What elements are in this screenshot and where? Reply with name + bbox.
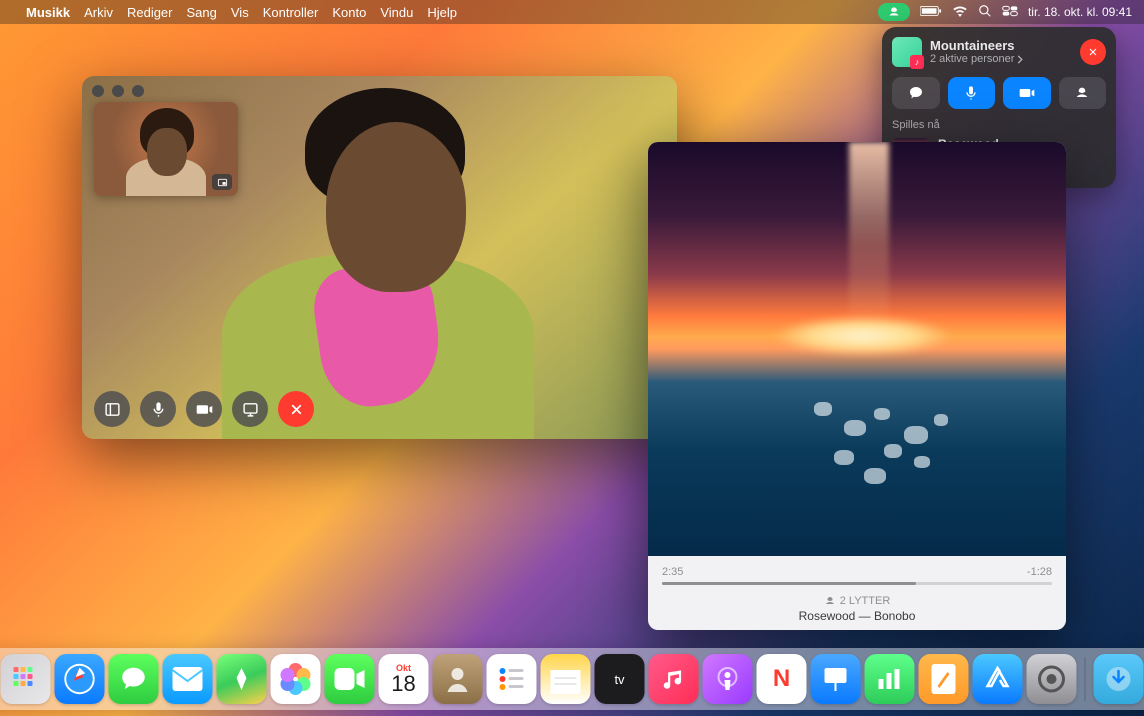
battery-icon[interactable] — [920, 5, 942, 20]
mic-button[interactable] — [948, 77, 996, 109]
menu-vindu[interactable]: Vindu — [380, 5, 413, 20]
dock-photos[interactable] — [271, 654, 321, 704]
shareplay-title: Mountaineers — [930, 39, 1072, 53]
share-screen-button[interactable] — [232, 391, 268, 427]
traffic-close[interactable] — [92, 85, 104, 97]
dock-news[interactable]: N — [757, 654, 807, 704]
sidebar-toggle-button[interactable] — [94, 391, 130, 427]
pip-expand-icon[interactable] — [212, 174, 232, 190]
dock-facetime[interactable] — [325, 654, 375, 704]
menu-kontroller[interactable]: Kontroller — [263, 5, 319, 20]
dock-mail[interactable] — [163, 654, 213, 704]
dock-pages[interactable] — [919, 654, 969, 704]
video-button[interactable] — [1003, 77, 1051, 109]
traffic-zoom[interactable] — [132, 85, 144, 97]
shareplay-subtitle[interactable]: 2 aktive personer — [930, 53, 1072, 65]
remaining-time: -1:28 — [1027, 566, 1052, 578]
progress-slider[interactable] — [662, 582, 1052, 585]
menu-bar: Musikk Arkiv Rediger Sang Vis Kontroller… — [0, 0, 1144, 24]
dock-calendar[interactable]: Okt 18 — [379, 654, 429, 704]
shareplay-group-icon — [892, 37, 922, 67]
window-traffic-lights[interactable] — [92, 85, 144, 97]
camera-button[interactable] — [186, 391, 222, 427]
track-label: Rosewood — Bonobo — [662, 609, 1052, 623]
facetime-window — [82, 76, 677, 439]
end-call-button[interactable] — [278, 391, 314, 427]
menu-sang[interactable]: Sang — [187, 5, 217, 20]
menu-datetime[interactable]: tir. 18. okt. kl. 09:41 — [1028, 5, 1132, 19]
control-center-icon[interactable] — [1002, 5, 1018, 20]
dock-apple-tv[interactable]: tv — [595, 654, 645, 704]
menu-arkiv[interactable]: Arkiv — [84, 5, 113, 20]
dock-podcasts[interactable] — [703, 654, 753, 704]
shareplay-button[interactable] — [1059, 77, 1107, 109]
album-artwork[interactable] — [648, 142, 1066, 556]
dock-launchpad[interactable] — [1, 654, 51, 704]
dock-separator — [1085, 657, 1086, 701]
listeners-label: 2 LYTTER — [662, 595, 1052, 607]
shareplay-leave-button[interactable] — [1080, 39, 1106, 65]
dock-maps[interactable] — [217, 654, 267, 704]
now-playing-label: Spilles nå — [892, 119, 1106, 131]
menu-konto[interactable]: Konto — [332, 5, 366, 20]
menu-rediger[interactable]: Rediger — [127, 5, 173, 20]
messages-button[interactable] — [892, 77, 940, 109]
app-name[interactable]: Musikk — [26, 5, 70, 20]
shareplay-status-icon[interactable] — [878, 3, 910, 21]
dock-numbers[interactable] — [865, 654, 915, 704]
facetime-self-view[interactable] — [94, 102, 238, 196]
dock-app-store[interactable] — [973, 654, 1023, 704]
spotlight-icon[interactable] — [978, 4, 992, 21]
menu-vis[interactable]: Vis — [231, 5, 249, 20]
menu-hjelp[interactable]: Hjelp — [427, 5, 457, 20]
music-miniplayer: 2:35 -1:28 2 LYTTER Rosewood — Bonobo — [648, 142, 1066, 630]
dock-contacts[interactable] — [433, 654, 483, 704]
dock-keynote[interactable] — [811, 654, 861, 704]
dock: Okt 18 tv N — [0, 648, 1144, 710]
dock-messages[interactable] — [109, 654, 159, 704]
wifi-icon[interactable] — [952, 5, 968, 20]
dock-system-settings[interactable] — [1027, 654, 1077, 704]
traffic-minimize[interactable] — [112, 85, 124, 97]
mute-button[interactable] — [140, 391, 176, 427]
dock-notes[interactable] — [541, 654, 591, 704]
dock-safari[interactable] — [55, 654, 105, 704]
calendar-day: 18 — [391, 673, 415, 695]
dock-reminders[interactable] — [487, 654, 537, 704]
dock-music[interactable] — [649, 654, 699, 704]
elapsed-time: 2:35 — [662, 566, 683, 578]
dock-downloads[interactable] — [1094, 654, 1144, 704]
